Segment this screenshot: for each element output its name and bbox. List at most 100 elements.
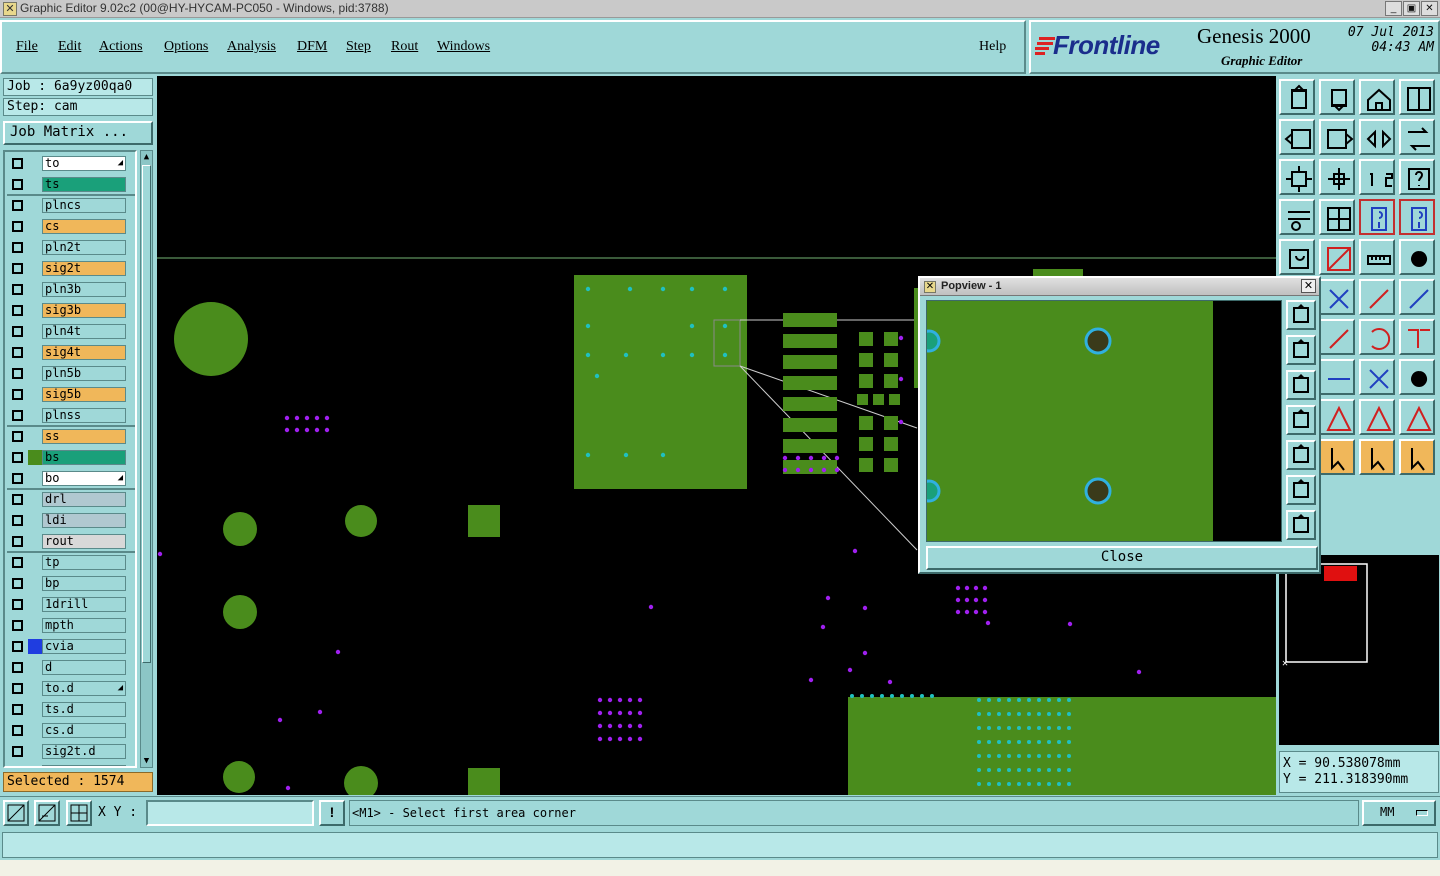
scroll-up-arrow-icon[interactable]: ▲ xyxy=(141,151,152,163)
close-window-button[interactable]: ✕ xyxy=(1421,1,1438,16)
popview-up-icon[interactable] xyxy=(1286,335,1316,365)
layer-name[interactable]: sig3b.d xyxy=(42,765,126,766)
layer-row-plnss[interactable]: plnss xyxy=(7,408,135,423)
zoom-fit-icon[interactable] xyxy=(1279,159,1315,195)
swap-icon[interactable] xyxy=(1399,119,1435,155)
layer-down-icon[interactable] xyxy=(1319,79,1355,115)
layer-checkbox[interactable] xyxy=(12,662,23,673)
layer-color-swatch[interactable] xyxy=(28,450,42,465)
layer-name[interactable]: pln3b xyxy=(42,282,126,297)
menu-options[interactable]: Options xyxy=(164,39,208,55)
zoom-home-icon[interactable] xyxy=(1319,159,1355,195)
pad-icon[interactable] xyxy=(1399,359,1435,395)
popview-close-icon[interactable]: ✕ xyxy=(1301,279,1316,293)
fill-icon[interactable] xyxy=(1399,319,1435,355)
scale-1-2-icon[interactable] xyxy=(1359,159,1395,195)
layer-row-d[interactable]: d xyxy=(7,660,135,675)
popview-right-icon[interactable] xyxy=(1286,440,1316,470)
layer-row-sig3b-d[interactable]: sig3b.d xyxy=(7,765,135,766)
layer-checkbox[interactable] xyxy=(12,410,23,421)
cross-icon[interactable] xyxy=(1359,359,1395,395)
layer-list-scrollbar[interactable]: ▲ ▼ xyxy=(140,150,153,768)
menu-step[interactable]: Step xyxy=(346,39,371,55)
layer-row-sig4t[interactable]: sig4t xyxy=(7,345,135,360)
layer-row-plncs[interactable]: plncs xyxy=(7,198,135,213)
layer-row-rout[interactable]: rout xyxy=(7,534,135,549)
line-red-icon[interactable] xyxy=(1359,279,1395,315)
layer-checkbox[interactable] xyxy=(12,515,23,526)
select-icon-b[interactable] xyxy=(1359,439,1395,475)
layer-color-swatch[interactable] xyxy=(28,345,42,360)
layer-row-ldi[interactable]: ldi xyxy=(7,513,135,528)
units-select[interactable]: MM xyxy=(1362,800,1436,826)
layer-row-pln3b[interactable]: pln3b xyxy=(7,282,135,297)
layer-color-swatch[interactable] xyxy=(28,534,42,549)
pick-icon[interactable] xyxy=(1279,239,1315,275)
layer-up-icon[interactable] xyxy=(1279,79,1315,115)
layer-checkbox[interactable] xyxy=(12,620,23,631)
layer-name[interactable]: bs xyxy=(42,450,126,465)
select-icon-a[interactable] xyxy=(1319,439,1355,475)
popview-zoom-in-icon[interactable] xyxy=(1286,475,1316,505)
home-icon[interactable] xyxy=(1359,79,1395,115)
job-matrix-button[interactable]: Job Matrix ... xyxy=(3,121,153,145)
layer-row-sig2t[interactable]: sig2t xyxy=(7,261,135,276)
popview-canvas[interactable] xyxy=(926,300,1282,542)
popview-left-icon[interactable] xyxy=(1286,405,1316,435)
layer-row-ss[interactable]: ss xyxy=(7,429,135,444)
layer-row-bs[interactable]: bs xyxy=(7,450,135,465)
connect-icon[interactable] xyxy=(1319,359,1355,395)
snap-angle-icon[interactable] xyxy=(34,800,60,826)
layer-checkbox[interactable] xyxy=(12,599,23,610)
layer-checkbox[interactable] xyxy=(12,473,23,484)
layer-color-swatch[interactable] xyxy=(28,303,42,318)
overview-minimap[interactable]: ✕ xyxy=(1279,555,1439,745)
layer-color-swatch[interactable] xyxy=(28,240,42,255)
layer-name[interactable]: cvia xyxy=(42,639,126,654)
layer-row-1drill[interactable]: 1drill xyxy=(7,597,135,612)
layer-row-mpth[interactable]: mpth xyxy=(7,618,135,633)
net-icon-b[interactable] xyxy=(1399,199,1435,235)
layer-color-swatch[interactable] xyxy=(28,471,42,486)
layer-color-swatch[interactable] xyxy=(28,744,42,759)
layer-row-bp[interactable]: bp xyxy=(7,576,135,591)
layer-checkbox[interactable] xyxy=(12,389,23,400)
layer-checkbox[interactable] xyxy=(12,536,23,547)
layer-checkbox[interactable] xyxy=(12,305,23,316)
layer-row-cvia[interactable]: cvia xyxy=(7,639,135,654)
menu-file[interactable]: File xyxy=(16,39,38,55)
layer-color-swatch[interactable] xyxy=(28,618,42,633)
layer-name[interactable]: sig2t.d xyxy=(42,744,126,759)
layer-checkbox[interactable] xyxy=(12,200,23,211)
menu-actions[interactable]: Actions xyxy=(99,39,143,55)
net-icon-a[interactable] xyxy=(1359,199,1395,235)
layer-color-swatch[interactable] xyxy=(28,597,42,612)
layer-name[interactable]: ldi xyxy=(42,513,126,528)
measure-ruler-icon[interactable] xyxy=(1359,239,1395,275)
layer-checkbox[interactable] xyxy=(12,725,23,736)
pan-left-icon[interactable] xyxy=(1279,119,1315,155)
layer-checkbox[interactable] xyxy=(12,179,23,190)
text-icon-c[interactable] xyxy=(1399,399,1435,435)
layer-color-swatch[interactable] xyxy=(28,492,42,507)
layer-color-swatch[interactable] xyxy=(28,576,42,591)
xy-input[interactable] xyxy=(146,800,314,826)
mirror-icon[interactable] xyxy=(1359,119,1395,155)
text-icon-b[interactable] xyxy=(1359,399,1395,435)
menu-help[interactable]: Help xyxy=(979,39,1006,55)
layer-color-swatch[interactable] xyxy=(28,408,42,423)
layer-checkbox[interactable] xyxy=(12,746,23,757)
properties-icon[interactable] xyxy=(1279,199,1315,235)
help-icon[interactable] xyxy=(1399,159,1435,195)
layer-checkbox[interactable] xyxy=(12,557,23,568)
layer-checkbox[interactable] xyxy=(12,431,23,442)
layer-color-swatch[interactable] xyxy=(28,156,42,171)
layer-name[interactable]: pln2t xyxy=(42,240,126,255)
layer-row-sig3b[interactable]: sig3b xyxy=(7,303,135,318)
layer-name[interactable]: d xyxy=(42,660,126,675)
layer-checkbox[interactable] xyxy=(12,263,23,274)
layer-name[interactable]: pln4t xyxy=(42,324,126,339)
layer-checkbox[interactable] xyxy=(12,494,23,505)
line-blue-icon[interactable] xyxy=(1399,279,1435,315)
layer-name[interactable]: cs xyxy=(42,219,126,234)
